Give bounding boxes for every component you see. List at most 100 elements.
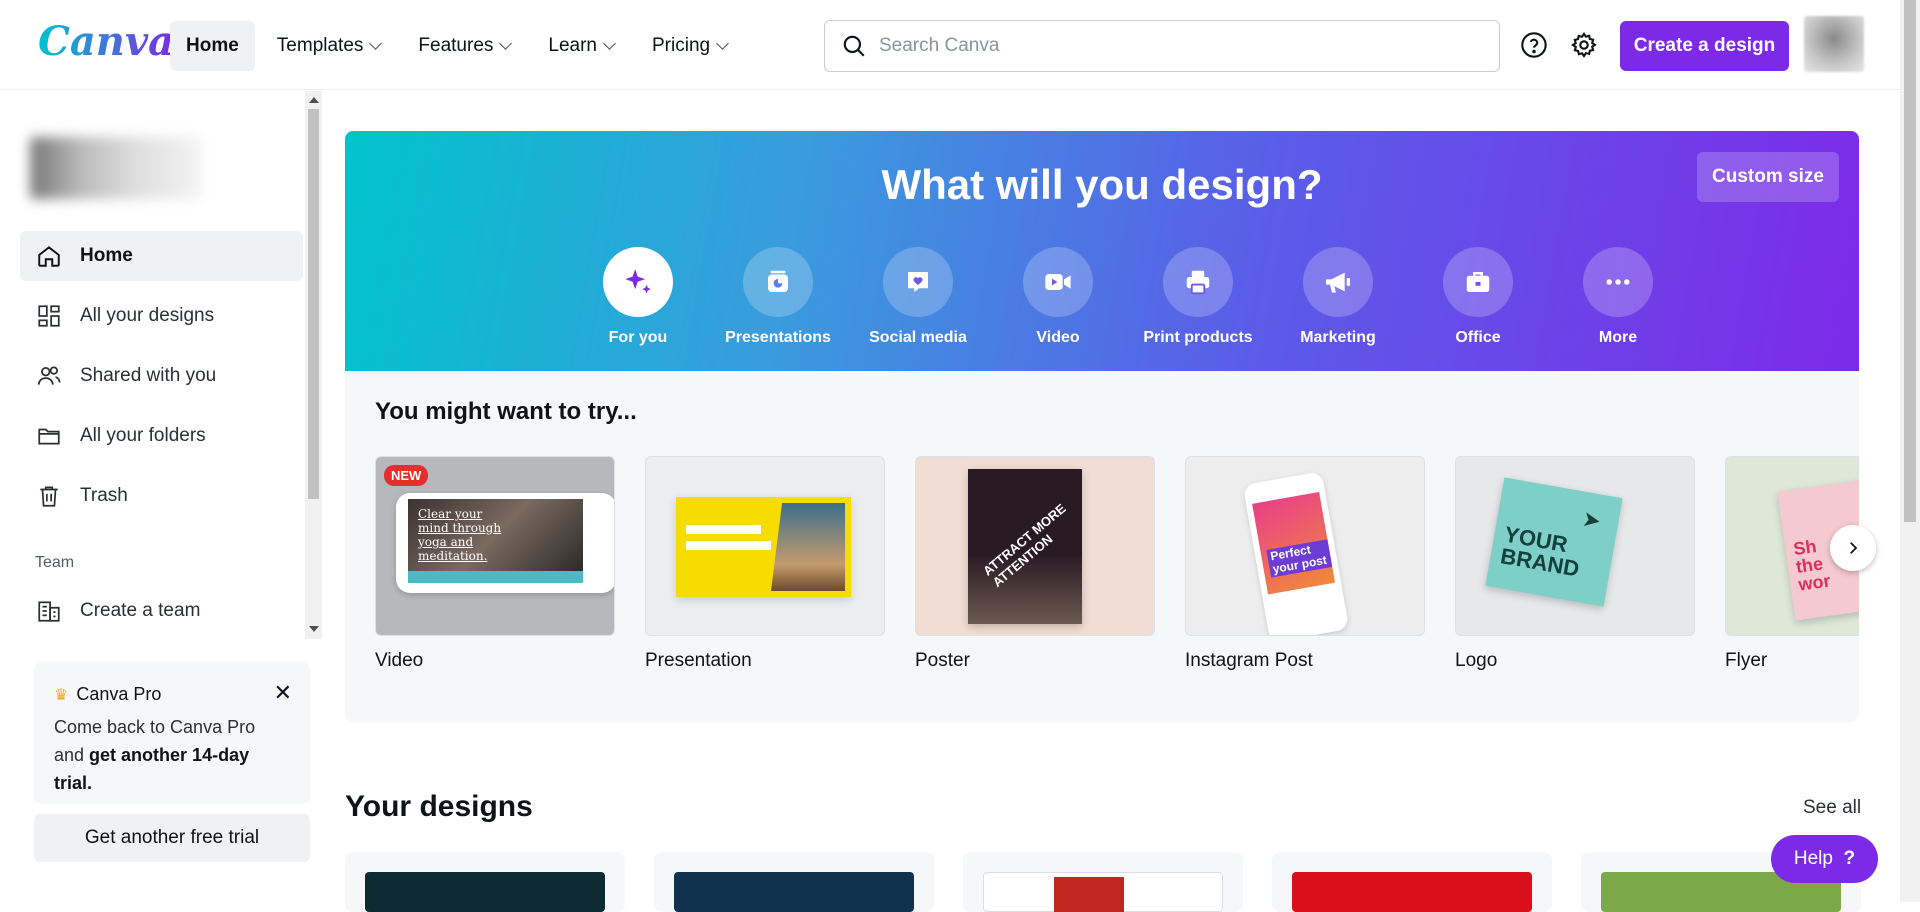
sidebar-scroll-area: Home All your designs Shared with you Al…: [0, 91, 322, 639]
new-badge: NEW: [384, 465, 429, 486]
canva-logo[interactable]: Canva: [38, 18, 174, 65]
search-icon: [843, 35, 865, 57]
nav-features-label: Features: [418, 35, 494, 56]
sidebar-item-trash[interactable]: Trash: [20, 471, 303, 521]
nav-features[interactable]: Features: [402, 21, 526, 71]
category-for-you[interactable]: For you: [568, 247, 708, 347]
category-label: Social media: [869, 329, 967, 346]
category-more[interactable]: More: [1548, 247, 1688, 347]
building-icon: [38, 601, 60, 622]
close-icon[interactable]: ✕: [274, 680, 292, 706]
tile-label: Video: [375, 650, 424, 671]
folder-icon: [38, 428, 60, 445]
tile-poster[interactable]: ATTRACT MORE ATTENTION Poster: [915, 456, 1155, 672]
free-trial-button[interactable]: Get another free trial: [34, 814, 310, 862]
logo-card: YOUR BRAND ➤: [1485, 477, 1623, 607]
category-presentations[interactable]: Presentations: [708, 247, 848, 347]
printer-icon: [1186, 270, 1210, 295]
category-label: Office: [1455, 329, 1501, 346]
nav-pricing-label: Pricing: [652, 35, 711, 56]
design-card[interactable]: [1272, 852, 1552, 912]
nav-pricing[interactable]: Pricing: [636, 21, 743, 71]
nav-learn[interactable]: Learn: [532, 21, 630, 71]
promo-title-text: Canva Pro: [76, 684, 162, 704]
category-office[interactable]: Office: [1408, 247, 1548, 347]
promo-text: Come back to Canva Pro and get another 1…: [54, 713, 290, 797]
video-icon: [1045, 274, 1071, 290]
your-designs-title: Your designs: [345, 790, 533, 823]
design-thumbnail: [674, 872, 914, 912]
tile-thumbnail: ATTRACT MORE ATTENTION: [915, 456, 1155, 636]
team-section-label: Team: [35, 554, 75, 571]
help-button[interactable]: Help ?: [1771, 835, 1878, 883]
category-marketing[interactable]: Marketing: [1268, 247, 1408, 347]
tile-presentation[interactable]: Presentation: [645, 456, 885, 672]
grid-icon: [38, 305, 60, 327]
suggestion-tiles: Clear your mind through yoga and meditat…: [375, 456, 1859, 686]
trash-icon: [40, 486, 58, 507]
top-bar: Canva Home Templates Features Learn Pric…: [0, 0, 1900, 90]
carousel-next-button[interactable]: [1830, 525, 1876, 571]
category-label: More: [1598, 329, 1638, 346]
presentation-icon: [768, 270, 788, 292]
custom-size-button[interactable]: Custom size: [1697, 152, 1839, 202]
design-card[interactable]: [654, 852, 934, 912]
category-print-products[interactable]: Print products: [1128, 247, 1268, 347]
video-frame: Clear your mind through yoga and meditat…: [408, 499, 583, 571]
gear-icon[interactable]: [1567, 28, 1601, 62]
tile-video[interactable]: Clear your mind through yoga and meditat…: [375, 456, 615, 672]
tile-label: Poster: [915, 650, 970, 671]
users-icon: [37, 366, 61, 385]
sidebar-item-shared[interactable]: Shared with you: [20, 351, 303, 401]
more-icon: [1606, 279, 1630, 285]
nav-learn-label: Learn: [548, 35, 597, 56]
category-row: For you Presentations Social media Video…: [568, 247, 1688, 347]
sidebar-item-label: All your folders: [80, 425, 206, 446]
create-design-button[interactable]: Create a design: [1620, 21, 1789, 71]
nav-templates[interactable]: Templates: [261, 21, 397, 71]
category-label: For you: [608, 329, 668, 346]
search-input[interactable]: Search Canva: [824, 20, 1500, 72]
slide-line: [686, 525, 761, 534]
home-icon: [38, 246, 60, 267]
tile-label: Logo: [1455, 650, 1498, 671]
scroll-up-arrow[interactable]: [309, 97, 319, 103]
promo-title: ♛ Canva Pro: [54, 684, 290, 705]
sidebar-item-create-team[interactable]: Create a team: [20, 586, 303, 636]
suggestions-title: You might want to try...: [375, 398, 637, 425]
sidebar-item-label: All your designs: [80, 305, 215, 326]
paper-plane-icon: ➤: [1580, 505, 1603, 534]
page-scroll-thumb[interactable]: [1904, 0, 1916, 522]
sidebar-item-label: Shared with you: [80, 365, 217, 386]
sidebar-scrollbar[interactable]: [305, 91, 322, 639]
chevron-down-icon: [369, 37, 383, 50]
help-icon[interactable]: [1517, 28, 1551, 62]
nav-home-label: Home: [186, 35, 239, 56]
see-all-link[interactable]: See all: [1803, 797, 1861, 819]
sidebar-item-folders[interactable]: All your folders: [20, 411, 303, 461]
tile-logo[interactable]: YOUR BRAND ➤ Logo: [1455, 456, 1695, 672]
hero-banner: What will you design? Custom size For yo…: [345, 131, 1859, 371]
design-card[interactable]: [963, 852, 1243, 912]
sidebar-item-home[interactable]: Home: [20, 231, 303, 281]
poster-mockup: ATTRACT MORE ATTENTION: [968, 469, 1082, 624]
scroll-down-arrow[interactable]: [309, 626, 319, 632]
category-social-media[interactable]: Social media: [848, 247, 988, 347]
avatar[interactable]: [1804, 16, 1864, 72]
design-card[interactable]: [345, 852, 625, 912]
account-avatar[interactable]: [30, 137, 202, 199]
page-scrollbar[interactable]: [1900, 0, 1920, 902]
phone-mockup: Clear your mind through yoga and meditat…: [396, 493, 614, 593]
tile-thumbnail: [645, 456, 885, 636]
megaphone-icon: [1326, 272, 1350, 293]
nav-home[interactable]: Home: [170, 21, 255, 71]
category-video[interactable]: Video: [988, 247, 1128, 347]
tile-thumb-text: Perfect your post: [1266, 539, 1333, 578]
sidebar-item-all-designs[interactable]: All your designs: [20, 291, 303, 341]
sidebar-item-label: Create a team: [80, 600, 201, 621]
post-image: Perfect your post: [1252, 492, 1336, 595]
sidebar-item-label: Trash: [80, 485, 128, 506]
sidebar-scroll-thumb[interactable]: [308, 109, 319, 499]
hero-title: What will you design?: [881, 161, 1323, 208]
tile-instagram-post[interactable]: Perfect your post Instagram Post: [1185, 456, 1425, 672]
